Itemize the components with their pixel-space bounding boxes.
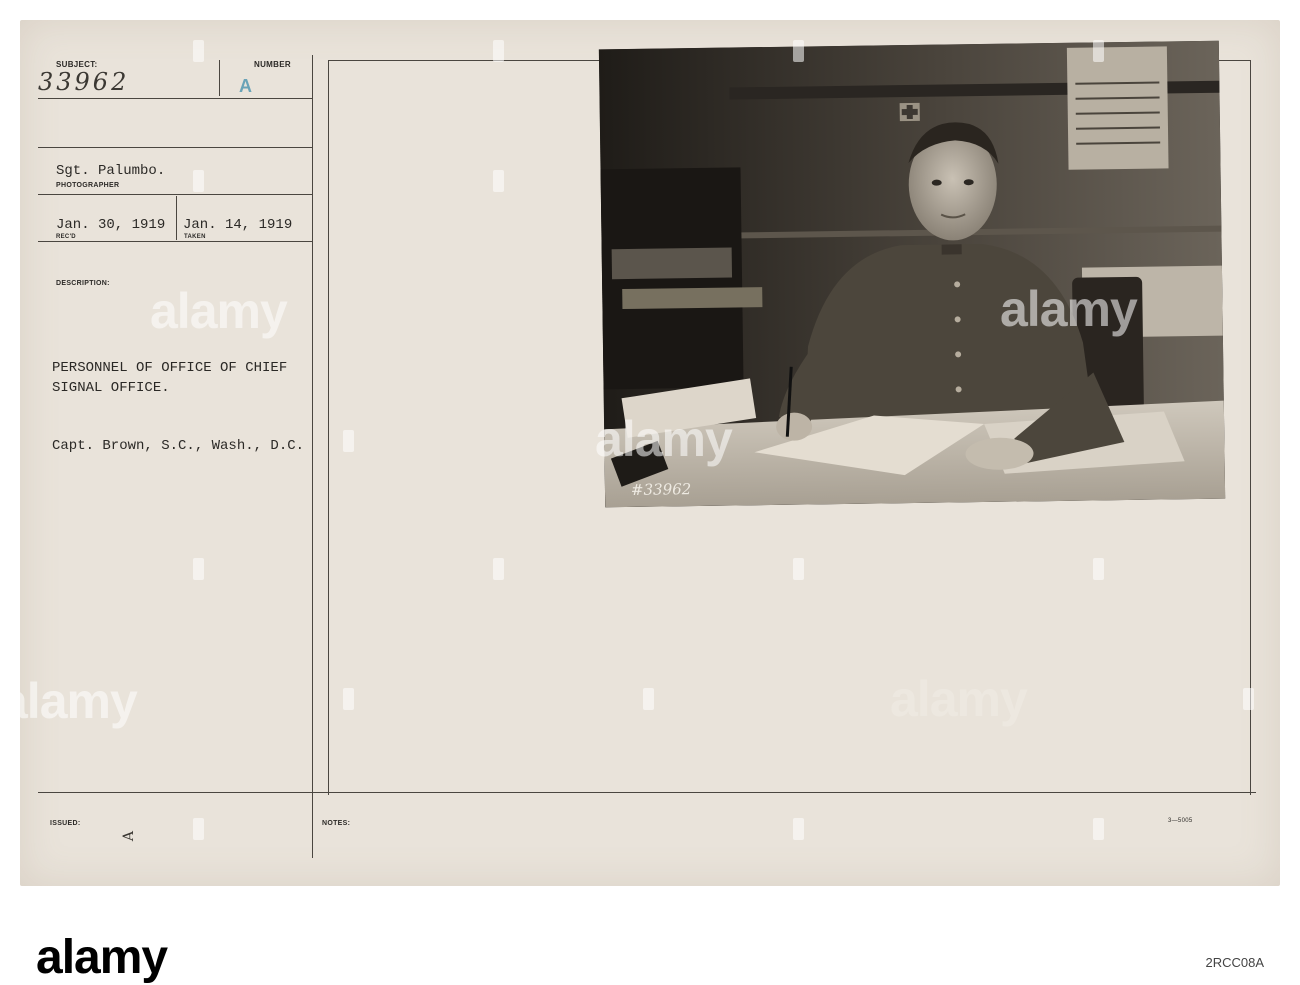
recd-date: Jan. 30, 1919 bbox=[56, 217, 166, 233]
watermark-tick bbox=[1093, 40, 1104, 62]
watermark-3: alamy bbox=[0, 673, 138, 729]
negative-number: #33962 bbox=[630, 480, 692, 499]
watermark-tick bbox=[493, 40, 504, 62]
watermark-tick bbox=[193, 558, 204, 580]
date-divider bbox=[176, 196, 177, 240]
watermark-tick bbox=[193, 40, 204, 62]
form-code: 3—5005 bbox=[1168, 818, 1193, 824]
issued-label: ISSUED: bbox=[50, 820, 81, 827]
issued-mark: A bbox=[121, 830, 138, 842]
number-stamp: A bbox=[239, 76, 252, 96]
watermark-5: alamy bbox=[1000, 281, 1138, 337]
watermark-tick bbox=[793, 558, 804, 580]
subject-row-rule bbox=[38, 98, 312, 99]
watermark-tick bbox=[343, 688, 354, 710]
footer-banner bbox=[0, 886, 1300, 976]
watermark-tick bbox=[343, 430, 354, 452]
number-label: NUMBER bbox=[254, 60, 291, 69]
description-label: DESCRIPTION: bbox=[56, 280, 110, 287]
date-bottom-rule bbox=[38, 241, 312, 242]
watermark-tick bbox=[193, 170, 204, 192]
photographer-label: PHOTOGRAPHER bbox=[56, 182, 120, 189]
photographer-name: Sgt. Palumbo. bbox=[56, 163, 166, 179]
notes-label: NOTES: bbox=[322, 820, 351, 827]
taken-label: TAKEN bbox=[184, 234, 206, 240]
watermark-tick bbox=[793, 40, 804, 62]
watermark-tick bbox=[1093, 818, 1104, 840]
watermark-tick bbox=[793, 818, 804, 840]
issued-top-rule bbox=[38, 792, 1256, 793]
watermark-tick bbox=[1243, 688, 1254, 710]
description-line-2: SIGNAL OFFICE. bbox=[52, 380, 170, 396]
description-line-3: Capt. Brown, S.C., Wash., D.C. bbox=[52, 438, 305, 454]
watermark-tick bbox=[193, 818, 204, 840]
footer-image-id: 2RCC08A bbox=[1205, 955, 1264, 970]
watermark-tick bbox=[493, 170, 504, 192]
left-column-divider bbox=[312, 55, 313, 858]
watermark-tick bbox=[1093, 558, 1104, 580]
footer-logo: alamy bbox=[36, 931, 168, 984]
watermark-tick bbox=[493, 558, 504, 580]
photographer-bottom-rule bbox=[38, 194, 312, 195]
watermark-1: alamy bbox=[150, 283, 288, 339]
watermark-4: alamy bbox=[890, 671, 1028, 727]
photographer-top-rule bbox=[38, 147, 312, 148]
watermark-tick bbox=[643, 688, 654, 710]
taken-date: Jan. 14, 1919 bbox=[183, 217, 293, 233]
frame-right bbox=[1250, 60, 1251, 795]
description-line-1: PERSONNEL OF OFFICE OF CHIEF bbox=[52, 360, 288, 376]
frame-left bbox=[328, 60, 329, 795]
recd-label: REC'D bbox=[56, 234, 76, 240]
watermark-2: alamy bbox=[595, 411, 733, 467]
subject-number-handwritten: 33962 bbox=[38, 68, 130, 96]
header-divider bbox=[219, 60, 220, 96]
